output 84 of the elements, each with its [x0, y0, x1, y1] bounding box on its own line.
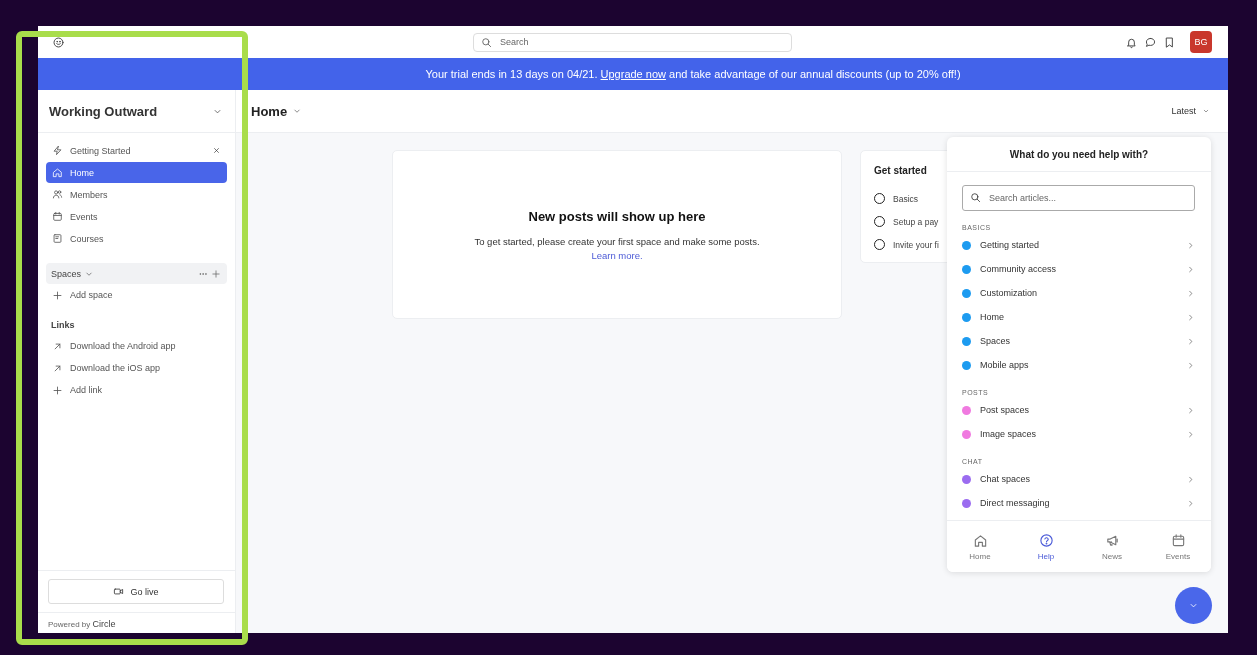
chevron-right-icon — [1186, 240, 1195, 250]
help-topic[interactable]: Post spaces — [962, 398, 1195, 422]
search-icon — [481, 36, 492, 48]
nav-item[interactable]: Courses — [46, 228, 227, 249]
search-icon — [970, 192, 981, 203]
nav-label: Download the iOS app — [70, 363, 162, 373]
help-tab[interactable]: Help — [1013, 521, 1079, 572]
nav-item[interactable]: Events — [46, 206, 227, 227]
help-topic[interactable]: Spaces — [962, 329, 1195, 353]
chevron-right-icon — [1186, 429, 1195, 439]
add-space-link[interactable]: Add space — [38, 284, 235, 306]
sidebar-link[interactable]: Download the Android app — [38, 335, 235, 357]
sidebar-link[interactable]: Download the iOS app — [38, 357, 235, 379]
arrow-icon — [52, 340, 63, 352]
chat-icon[interactable] — [1144, 35, 1157, 49]
help-topic[interactable]: Direct messaging — [962, 491, 1195, 515]
nav-item[interactable]: Getting Started — [46, 140, 227, 161]
avatar[interactable]: BG — [1190, 31, 1212, 53]
nav-label: Members — [70, 189, 109, 200]
people-icon — [52, 189, 63, 200]
learn-more-link[interactable]: Learn more. — [591, 250, 643, 261]
article-search-field[interactable]: Search articles... — [962, 185, 1195, 211]
book-icon — [52, 233, 63, 244]
chevron-right-icon — [1186, 405, 1195, 415]
calendar-icon — [52, 211, 63, 222]
plus-icon — [52, 384, 63, 396]
help-title: What do you need help with? — [947, 137, 1211, 172]
chevron-right-icon — [1186, 474, 1195, 484]
nav-item[interactable]: Home — [46, 162, 227, 183]
close-icon[interactable] — [212, 146, 221, 155]
chevron-icon — [292, 106, 303, 116]
sidebar-link[interactable]: Add link — [38, 379, 235, 401]
get-started-title: Get started — [874, 165, 928, 176]
home-icon — [52, 167, 63, 178]
help-topic[interactable]: Mobile apps — [962, 353, 1195, 377]
plus-icon — [52, 289, 63, 301]
sort-dropdown[interactable]: Latest — [1171, 106, 1210, 116]
chevron-icon — [1202, 107, 1210, 115]
empty-state-text: To get started, please create your first space and make some posts. — [474, 236, 760, 247]
chevron-right-icon — [1186, 360, 1195, 370]
nav-label: Add link — [70, 385, 104, 395]
help-topic[interactable]: Getting started — [962, 233, 1195, 257]
smiley-icon[interactable] — [52, 35, 65, 49]
video-icon — [113, 586, 125, 597]
help-topic[interactable]: Chat spaces — [962, 467, 1195, 491]
chevron-right-icon — [1186, 264, 1195, 274]
go-live-button[interactable]: Go live — [48, 579, 224, 604]
step-label: Basics — [893, 193, 919, 204]
powered-by-text: Powered by Circle — [38, 612, 235, 633]
step-label: Invite your fi — [893, 239, 939, 250]
bookmark-icon[interactable] — [1163, 35, 1176, 49]
chevron-right-icon — [1186, 312, 1195, 322]
chevron-right-icon — [1186, 498, 1195, 508]
step-label: Setup a pay — [893, 216, 939, 227]
search-field[interactable]: Search — [473, 32, 792, 52]
chevron-right-icon — [1186, 288, 1195, 298]
help-topic[interactable]: Customization — [962, 281, 1195, 305]
chevron-right-icon — [1186, 336, 1195, 346]
help-topic[interactable]: Home — [962, 305, 1195, 329]
spaces-label: Spaces — [51, 268, 82, 279]
nav-label: Getting Started — [70, 145, 132, 156]
nav-label: Download the Android app — [70, 341, 177, 351]
help-tab[interactable]: Events — [1145, 521, 1211, 572]
upgrade-link[interactable]: Upgrade now — [600, 68, 666, 80]
arrow-icon — [52, 362, 63, 374]
nav-label: Events — [70, 211, 99, 222]
help-topic[interactable]: Community access — [962, 257, 1195, 281]
nav-item[interactable]: Members — [46, 184, 227, 205]
empty-state-heading: New posts will show up here — [528, 209, 706, 224]
help-tab[interactable]: News — [1079, 521, 1145, 572]
nav-label: Add space — [70, 290, 114, 300]
help-tab[interactable]: Home — [947, 521, 1013, 572]
links-heading: Links — [50, 319, 76, 332]
calendar-icon — [1170, 532, 1186, 548]
nav-label: Courses — [70, 233, 105, 244]
help-topic[interactable]: Image spaces — [962, 422, 1195, 446]
spaces-header[interactable]: Spaces — [46, 263, 227, 284]
page-title-dropdown[interactable]: Home — [251, 103, 303, 119]
nav-label: Home — [70, 167, 95, 178]
community-title: Working Outward — [49, 103, 158, 119]
trial-banner-text: Your trial ends in 13 days on 04/21. Upgrade now and take advantage of our annual discounts (up to 20% off!) — [425, 68, 961, 80]
help-icon — [1038, 532, 1054, 548]
home-icon — [972, 532, 988, 548]
bolt-icon — [52, 145, 63, 156]
